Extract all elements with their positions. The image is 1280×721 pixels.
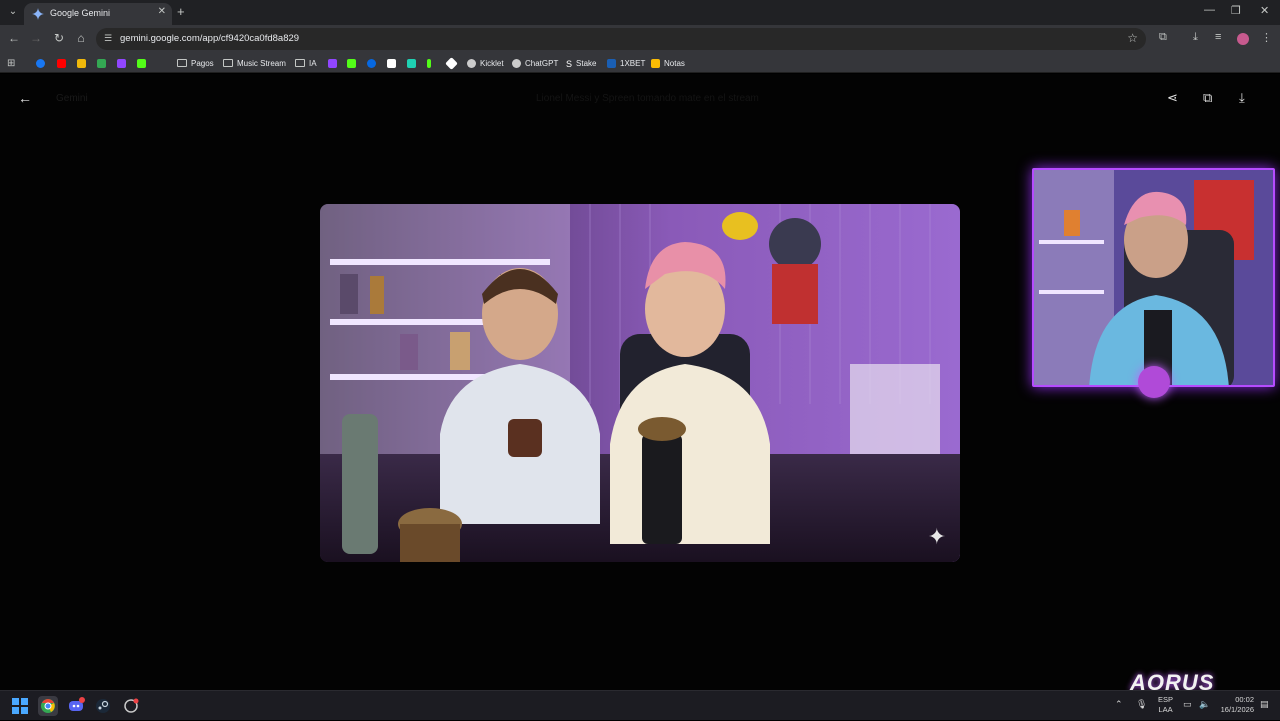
language-indicator[interactable]: ESP LAA <box>1158 695 1173 715</box>
bookmark-twitch[interactable] <box>117 56 130 70</box>
close-tab-icon[interactable]: ✕ <box>158 6 166 17</box>
tray-chevron-icon[interactable]: ⌃ <box>1115 699 1123 710</box>
tab-gemini[interactable]: Google Gemini ✕ <box>24 3 172 25</box>
bookmark-folder-pagos[interactable]: Pagos <box>177 56 214 70</box>
bookmark-label: ChatGPT <box>525 58 559 68</box>
back-arrow-icon[interactable]: ← <box>18 90 32 106</box>
menu-icon[interactable]: ⋮ <box>1261 31 1272 44</box>
bookmark-label: Notas <box>664 58 685 68</box>
bookmark-kick[interactable] <box>137 56 150 70</box>
bookmark-kick-2[interactable] <box>347 56 360 70</box>
bookmark-star-icon[interactable]: ☆ <box>1127 31 1138 45</box>
bookmark-app-3[interactable] <box>445 56 460 70</box>
windows-start-icon[interactable] <box>12 698 28 714</box>
chrome-icon <box>41 699 55 713</box>
bookmarks-bar: ⊞ Pagos Music Stream IA Kicklet ChatGPT … <box>0 53 1280 73</box>
discord-icon <box>69 697 85 711</box>
discord-taskbar-item[interactable] <box>66 696 86 716</box>
extensions-icon[interactable]: ⧉ <box>1159 31 1167 44</box>
avatar[interactable] <box>1237 33 1249 45</box>
bookmark-chatgpt[interactable]: ChatGPT <box>512 56 558 70</box>
bookmark-youtube[interactable] <box>57 56 70 70</box>
bookmark-kicklet[interactable]: Kicklet <box>467 56 504 70</box>
microphone-icon[interactable]: 🎙 <box>1136 699 1147 710</box>
back-icon[interactable]: ← <box>6 31 22 45</box>
bookmark-label: 1XBET <box>620 58 646 68</box>
chrome-taskbar-item[interactable] <box>38 696 58 716</box>
home-icon[interactable]: ⌂ <box>73 31 89 45</box>
restore-icon[interactable]: ❐ <box>1231 4 1241 17</box>
bookmark-label: Stake <box>576 58 597 68</box>
tab-search-icon[interactable]: ⌄ <box>5 4 21 20</box>
reload-icon[interactable]: ↻ <box>51 31 67 45</box>
generated-image-illustration <box>320 204 960 562</box>
share-icon[interactable]: ⋖ <box>1167 90 1178 106</box>
notifications-icon[interactable]: ▤ <box>1260 699 1269 710</box>
bookmark-label: Kicklet <box>480 58 504 68</box>
minimize-icon[interactable]: — <box>1204 4 1215 16</box>
bookmark-label: Music Stream <box>237 58 286 68</box>
apps-icon[interactable]: ⊞ <box>7 56 15 70</box>
generated-image[interactable]: ✦ <box>320 204 960 562</box>
bookmark-label: Pagos <box>191 58 214 68</box>
new-tab-icon[interactable]: + <box>177 4 185 19</box>
clock[interactable]: 00:02 16/1/2026 <box>1216 695 1254 715</box>
windows-taskbar: ⌃ 🎙 ESP LAA ▭ 🔈 00:02 16/1/2026 ▤ <box>0 690 1280 720</box>
stream-emblem-icon <box>1138 366 1170 398</box>
bookmark-app-2[interactable] <box>427 56 435 70</box>
media-icon[interactable]: ≡ <box>1215 31 1221 43</box>
gemini-sparkle-icon: ✦ <box>927 524 946 549</box>
app-icon <box>124 698 139 713</box>
language-text: ESP <box>1158 695 1174 704</box>
tab-strip: ⌄ Google Gemini ✕ + — ❐ ✕ <box>0 0 1280 25</box>
bookmark-binance[interactable] <box>77 56 90 70</box>
bookmark-twitch-2[interactable] <box>328 56 341 70</box>
viewer-title: Gemini <box>56 93 88 104</box>
webcam-illustration <box>1034 170 1273 385</box>
bookmark-facebook[interactable] <box>36 56 49 70</box>
close-window-icon[interactable]: ✕ <box>1260 4 1269 17</box>
bookmark-folder-ia[interactable]: IA <box>295 56 317 70</box>
bookmark-app[interactable] <box>407 56 420 70</box>
webcam-overlay <box>1032 168 1275 387</box>
url-text: gemini.google.com/app/cf9420ca0fd8a829 <box>120 33 300 44</box>
viewer-prompt: Lionel Messi y Spreen tomando mate en el… <box>536 93 759 104</box>
bookmark-notas[interactable]: Notas <box>651 56 685 70</box>
volume-icon[interactable]: 🔈 <box>1199 699 1210 710</box>
copy-icon[interactable]: ⧉ <box>1203 90 1212 106</box>
clock-time: 00:02 <box>1235 695 1254 704</box>
bookmark-1xbet[interactable]: 1XBET <box>607 56 645 70</box>
browser-toolbar: ← → ↻ ⌂ ☰ gemini.google.com/app/cf9420ca… <box>0 25 1280 53</box>
bookmark-drive[interactable] <box>97 56 110 70</box>
clock-date: 16/1/2026 <box>1220 705 1254 714</box>
network-icon[interactable]: ▭ <box>1183 699 1192 710</box>
bookmark-tiktok[interactable] <box>387 56 400 70</box>
app-taskbar-item[interactable] <box>121 696 141 716</box>
steam-taskbar-item[interactable] <box>93 696 113 716</box>
downloads-icon[interactable]: ⤓ <box>1193 31 1198 44</box>
layout-text: LAA <box>1158 705 1173 714</box>
bookmark-label: IA <box>309 58 317 68</box>
site-info-icon[interactable]: ☰ <box>104 33 112 44</box>
download-icon[interactable]: ⤓ <box>1239 90 1245 106</box>
address-bar[interactable]: ☰ gemini.google.com/app/cf9420ca0fd8a829… <box>96 28 1146 50</box>
tab-title: Google Gemini <box>50 8 111 18</box>
steam-icon <box>96 699 110 713</box>
forward-icon[interactable]: → <box>28 31 44 45</box>
bookmark-meta[interactable] <box>367 56 380 70</box>
bookmark-folder-music-stream[interactable]: Music Stream <box>223 56 286 70</box>
bookmark-stake[interactable]: S Stake <box>566 56 596 70</box>
gemini-icon <box>32 8 44 20</box>
